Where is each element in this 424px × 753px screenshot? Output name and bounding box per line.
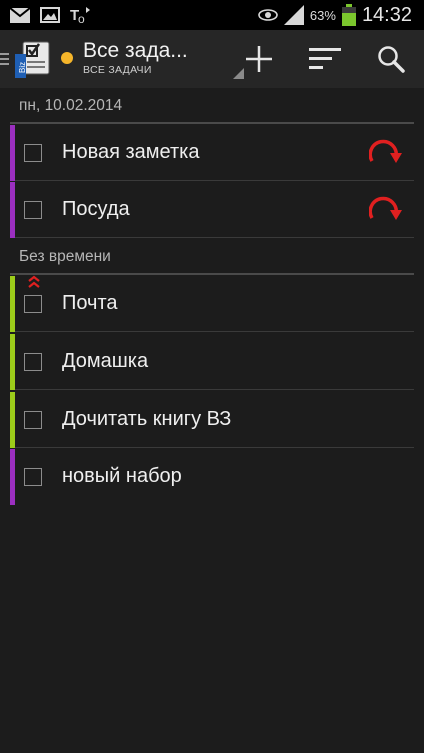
- svg-text:o: o: [78, 12, 85, 24]
- svg-text:Biz: Biz: [18, 62, 27, 73]
- mail-icon: [10, 7, 30, 23]
- battery-icon: [341, 4, 356, 26]
- task-row[interactable]: Домашка: [10, 334, 414, 390]
- drawer-indicator-icon[interactable]: [0, 30, 12, 88]
- task-checkbox[interactable]: [24, 201, 42, 219]
- task-color-bar: [10, 276, 15, 332]
- task-row[interactable]: Новая заметка: [10, 125, 414, 181]
- task-color-bar: [10, 182, 15, 238]
- search-icon: [378, 46, 405, 73]
- section-header-label: Без времени: [19, 248, 111, 265]
- page-subtitle: ВСЕ ЗАДАЧИ: [83, 64, 152, 76]
- image-icon: [40, 7, 60, 23]
- tasks-sync-icon: T o: [70, 7, 90, 24]
- search-button[interactable]: [362, 30, 420, 88]
- sort-icon: [309, 48, 341, 69]
- task-checkbox[interactable]: [24, 144, 42, 162]
- app-logo-icon[interactable]: Biz: [15, 40, 51, 78]
- repeat-icon: [369, 139, 402, 163]
- task-title: Дочитать книгу ВЗ: [62, 408, 232, 430]
- section-header-no-time: Без времени: [10, 239, 414, 275]
- task-title: Почта: [62, 292, 118, 314]
- section-header-date: пн, 10.02.2014: [10, 88, 414, 124]
- sort-button[interactable]: [296, 30, 354, 88]
- task-checkbox[interactable]: [24, 295, 42, 313]
- task-title: Домашка: [62, 350, 149, 372]
- sync-status-dot: [61, 52, 73, 64]
- battery-percent: 63%: [309, 7, 336, 23]
- task-checkbox[interactable]: [24, 411, 42, 429]
- task-title: новый набор: [62, 465, 182, 487]
- task-row[interactable]: новый набор: [10, 449, 414, 505]
- add-button[interactable]: [230, 30, 288, 88]
- task-row[interactable]: Дочитать книгу ВЗ: [10, 392, 414, 448]
- action-bar: Biz Все зада... ВСЕ ЗАДАЧИ: [0, 30, 424, 88]
- add-icon: [246, 46, 272, 72]
- task-checkbox[interactable]: [24, 468, 42, 486]
- page-title: Все зада...: [83, 39, 188, 62]
- high-priority-icon: [28, 275, 40, 288]
- section-header-label: пн, 10.02.2014: [19, 97, 123, 114]
- task-color-bar: [10, 125, 15, 181]
- signal-icon: [283, 5, 304, 25]
- repeat-icon: [369, 196, 402, 220]
- status-bar: T o 63% 14:32: [0, 0, 424, 30]
- task-checkbox[interactable]: [24, 353, 42, 371]
- task-color-bar: [10, 449, 15, 505]
- task-title: Посуда: [62, 198, 130, 220]
- task-color-bar: [10, 334, 15, 390]
- clock: 14:32: [361, 3, 412, 26]
- list-selector[interactable]: Все зада... ВСЕ ЗАДАЧИ: [61, 30, 244, 88]
- task-title: Новая заметка: [62, 141, 200, 163]
- task-color-bar: [10, 392, 15, 448]
- task-row[interactable]: Почта: [10, 275, 414, 332]
- task-row[interactable]: Посуда: [10, 182, 414, 238]
- eye-icon: [258, 9, 278, 21]
